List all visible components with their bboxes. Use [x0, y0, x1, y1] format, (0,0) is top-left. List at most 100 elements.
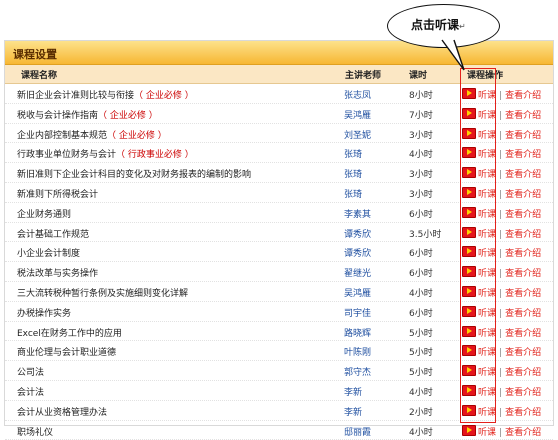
separator: |	[499, 387, 503, 398]
view-intro-link[interactable]: 查看介绍	[505, 408, 541, 418]
separator: |	[499, 427, 503, 438]
teacher-name[interactable]: 吴鸿雁	[344, 108, 371, 121]
course-name: 商业伦理与会计职业道德	[17, 348, 117, 359]
teacher-name[interactable]: 谭秀欣	[344, 227, 371, 240]
separator: |	[499, 110, 503, 121]
course-hours: 4小时	[409, 427, 433, 438]
course-name: 职场礼仪	[17, 427, 54, 438]
view-intro-link[interactable]: 查看介绍	[505, 131, 541, 141]
course-actions: 听课 | 查看介绍	[462, 424, 541, 438]
separator: |	[499, 368, 503, 379]
course-name: 税收与会计操作指南（ 企业必修 ）	[17, 110, 158, 121]
separator: |	[499, 150, 503, 161]
course-hours: 4小时	[409, 387, 433, 398]
teacher-name[interactable]: 张琦	[344, 167, 362, 180]
separator: |	[499, 189, 503, 200]
teacher-name[interactable]: 李新	[344, 385, 362, 398]
callout-pointer	[441, 39, 465, 71]
teacher-name[interactable]: 刘圣妮	[344, 128, 371, 141]
required-tag: （ 企业必修 ）	[107, 130, 167, 141]
separator: |	[499, 269, 503, 280]
separator: |	[499, 91, 503, 101]
course-hours: 6小时	[409, 308, 433, 319]
course-name: 行政事业单位财务与会计（ 行政事业必修 ）	[17, 150, 194, 161]
course-name: 企业财务通则	[17, 209, 72, 220]
course-name: 会计法	[17, 387, 45, 398]
view-intro-link[interactable]: 查看介绍	[505, 329, 541, 339]
required-tag: （ 行政事业必修 ）	[116, 150, 194, 161]
listen-column-highlight	[460, 68, 496, 423]
teacher-name[interactable]: 张琦	[344, 187, 362, 200]
header-name: 课程名称	[21, 71, 58, 81]
header-teacher: 主讲老师	[345, 71, 382, 81]
separator: |	[499, 249, 503, 260]
view-intro-link[interactable]: 查看介绍	[505, 170, 541, 180]
course-name: 新准则下所得税会计	[17, 189, 99, 200]
callout-mark: ↵	[459, 22, 466, 31]
separator: |	[499, 407, 503, 418]
separator: |	[499, 328, 503, 339]
course-hours: 3.5小时	[409, 229, 442, 240]
view-intro-link[interactable]: 查看介绍	[505, 111, 541, 121]
view-intro-link[interactable]: 查看介绍	[505, 388, 541, 398]
callout-text-wrap: 点击听课↵	[411, 16, 466, 33]
course-hours: 4小时	[409, 288, 433, 299]
teacher-name[interactable]: 吴鸿雁	[344, 286, 371, 299]
course-hours: 3小时	[409, 130, 433, 141]
teacher-name[interactable]: 邸丽霞	[344, 425, 371, 438]
teacher-name[interactable]: 张琦	[344, 147, 362, 160]
separator: |	[499, 229, 503, 240]
view-intro-link[interactable]: 查看介绍	[505, 269, 541, 279]
view-intro-link[interactable]: 查看介绍	[505, 289, 541, 299]
view-intro-link[interactable]: 查看介绍	[505, 249, 541, 259]
teacher-name[interactable]: 李素其	[344, 207, 371, 220]
teacher-name[interactable]: 翟继光	[344, 266, 371, 279]
course-hours: 8小时	[409, 91, 433, 101]
course-hours: 5小时	[409, 368, 433, 379]
course-hours: 5小时	[409, 328, 433, 339]
teacher-name[interactable]: 司宇佳	[344, 306, 371, 319]
course-hours: 2小时	[409, 407, 433, 418]
view-intro-link[interactable]: 查看介绍	[505, 210, 541, 220]
course-hours: 5小时	[409, 348, 433, 359]
view-intro-link[interactable]: 查看介绍	[505, 91, 541, 101]
view-intro-link[interactable]: 查看介绍	[505, 230, 541, 240]
view-intro-link[interactable]: 查看介绍	[505, 348, 541, 358]
view-intro-link[interactable]: 查看介绍	[505, 309, 541, 319]
view-intro-link[interactable]: 查看介绍	[505, 428, 541, 438]
separator: |	[499, 348, 503, 359]
course-name: 新旧企业会计准则比较与衔接（ 企业必修 ）	[17, 91, 194, 101]
course-hours: 6小时	[409, 269, 433, 280]
teacher-name[interactable]: 郭守杰	[344, 365, 371, 378]
teacher-name[interactable]: 张志凤	[344, 88, 371, 101]
course-name: 企业内部控制基本规范（ 企业必修 ）	[17, 130, 167, 141]
play-icon	[462, 424, 476, 436]
separator: |	[499, 308, 503, 319]
view-intro-link[interactable]: 查看介绍	[505, 150, 541, 160]
separator: |	[499, 288, 503, 299]
teacher-name[interactable]: 李新	[344, 405, 362, 418]
callout-text: 点击听课	[411, 18, 460, 32]
table-row: 职场礼仪 邸丽霞 4小时 听课 | 查看介绍	[5, 421, 553, 440]
teacher-name[interactable]: 叶陈刚	[344, 345, 371, 358]
teacher-name[interactable]: 谭秀欣	[344, 246, 371, 259]
header-hours: 课时	[409, 71, 428, 81]
course-name: Excel在财务工作中的应用	[17, 328, 122, 339]
course-hours: 6小时	[409, 209, 433, 220]
required-tag: （ 企业必修 ）	[98, 110, 158, 121]
course-hours: 7小时	[409, 110, 433, 121]
panel-title: 课程设置	[13, 48, 57, 61]
course-hours: 3小时	[409, 170, 433, 181]
view-intro-link[interactable]: 查看介绍	[505, 368, 541, 378]
course-name: 三大流转税种暂行条例及实施细则变化详解	[17, 288, 189, 299]
view-intro-link[interactable]: 查看介绍	[505, 190, 541, 200]
listen-link[interactable]: 听课	[462, 424, 497, 438]
teacher-name[interactable]: 路晓辉	[344, 326, 371, 339]
separator: |	[499, 209, 503, 220]
listen-label: 听课	[478, 427, 497, 438]
required-tag: （ 企业必修 ）	[134, 91, 194, 101]
course-name: 会计基础工作规范	[17, 229, 90, 240]
separator: |	[499, 130, 503, 141]
course-hours: 6小时	[409, 249, 433, 260]
course-name: 办税操作实务	[17, 308, 72, 319]
